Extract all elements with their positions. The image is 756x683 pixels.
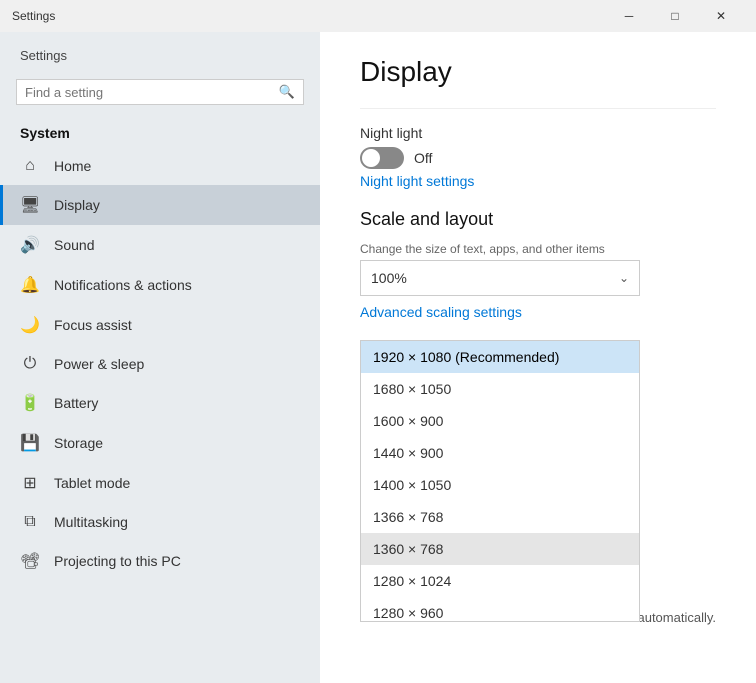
minimize-button[interactable]: ─ <box>606 0 652 32</box>
focus-icon: 🌙 <box>20 315 40 335</box>
sidebar-item-label-tablet: Tablet mode <box>54 475 130 491</box>
night-light-toggle[interactable] <box>360 147 404 169</box>
sidebar: Settings 🔍 System ⌂ Home 🖥 Display 🔊 Sou… <box>0 32 320 683</box>
search-icon: 🔍 <box>279 84 295 100</box>
app-body: Settings 🔍 System ⌂ Home 🖥 Display 🔊 Sou… <box>0 32 756 683</box>
storage-icon: 💾 <box>20 433 40 453</box>
sidebar-item-label-projecting: Projecting to this PC <box>54 553 181 569</box>
scale-dropdown-wrapper: 100% ⌄ <box>360 260 716 296</box>
resolution-option-7[interactable]: 1280 × 1024 <box>361 565 639 597</box>
sidebar-item-battery[interactable]: 🔋 Battery <box>0 383 320 423</box>
titlebar-controls: ─ □ ✕ <box>606 0 744 32</box>
search-box[interactable]: 🔍 <box>16 79 304 105</box>
search-input[interactable] <box>25 85 279 100</box>
resolution-list-scroll[interactable]: 1920 × 1080 (Recommended)1680 × 10501600… <box>361 341 639 621</box>
sidebar-item-label-power: Power & sleep <box>54 356 144 372</box>
sidebar-item-label-sound: Sound <box>54 237 94 253</box>
tablet-icon: ⊞ <box>20 473 40 493</box>
sidebar-item-label-notifications: Notifications & actions <box>54 277 192 293</box>
sidebar-item-label-focus: Focus assist <box>54 317 132 333</box>
scale-description: Change the size of text, apps, and other… <box>360 242 716 256</box>
power-icon: ⏻ <box>20 355 40 373</box>
resolution-option-5[interactable]: 1366 × 768 <box>361 501 639 533</box>
titlebar: Settings ─ □ ✕ <box>0 0 756 32</box>
night-light-label: Night light <box>360 125 716 141</box>
sidebar-item-label-home: Home <box>54 158 91 174</box>
sidebar-item-label-battery: Battery <box>54 395 98 411</box>
sound-icon: 🔊 <box>20 235 40 255</box>
settings-app-label: Settings <box>0 32 320 71</box>
toggle-knob <box>362 149 380 167</box>
home-icon: ⌂ <box>20 157 40 175</box>
content-area: Display Night light Off Night light sett… <box>320 32 756 683</box>
maximize-button[interactable]: □ <box>652 0 698 32</box>
sidebar-item-projecting[interactable]: 📽 Projecting to this PC <box>0 541 320 581</box>
resolution-option-2[interactable]: 1600 × 900 <box>361 405 639 437</box>
sidebar-item-tablet[interactable]: ⊞ Tablet mode <box>0 463 320 503</box>
battery-icon: 🔋 <box>20 393 40 413</box>
sidebar-item-label-multitasking: Multitasking <box>54 514 128 530</box>
resolution-option-3[interactable]: 1440 × 900 <box>361 437 639 469</box>
sidebar-item-label-storage: Storage <box>54 435 103 451</box>
scale-dropdown[interactable]: 100% ⌄ <box>360 260 640 296</box>
sidebar-item-sound[interactable]: 🔊 Sound <box>0 225 320 265</box>
toggle-state-label: Off <box>414 150 432 166</box>
multitasking-icon: ⧉ <box>20 513 40 531</box>
night-light-settings-link[interactable]: Night light settings <box>360 173 474 189</box>
page-title: Display <box>360 56 716 88</box>
divider-1 <box>360 108 716 109</box>
chevron-down-icon: ⌄ <box>619 271 629 285</box>
resolution-option-1[interactable]: 1680 × 1050 <box>361 373 639 405</box>
projecting-icon: 📽 <box>20 551 40 571</box>
resolution-option-0[interactable]: 1920 × 1080 (Recommended) <box>361 341 639 373</box>
scale-layout-heading: Scale and layout <box>360 209 716 230</box>
sidebar-item-label-display: Display <box>54 197 100 213</box>
sidebar-item-power[interactable]: ⏻ Power & sleep <box>0 345 320 383</box>
sidebar-section-label: System <box>0 117 320 147</box>
titlebar-title: Settings <box>12 9 55 23</box>
resolution-option-8[interactable]: 1280 × 960 <box>361 597 639 621</box>
close-button[interactable]: ✕ <box>698 0 744 32</box>
sidebar-item-storage[interactable]: 💾 Storage <box>0 423 320 463</box>
resolution-option-6[interactable]: 1360 × 768 <box>361 533 639 565</box>
sidebar-item-home[interactable]: ⌂ Home <box>0 147 320 185</box>
resolution-dropdown-list: 1920 × 1080 (Recommended)1680 × 10501600… <box>360 340 640 622</box>
notifications-icon: 🔔 <box>20 275 40 295</box>
advanced-scaling-link[interactable]: Advanced scaling settings <box>360 304 522 320</box>
resolution-option-4[interactable]: 1400 × 1050 <box>361 469 639 501</box>
scale-selected-value: 100% <box>371 270 407 286</box>
display-icon: 🖥 <box>20 195 40 215</box>
sidebar-item-notifications[interactable]: 🔔 Notifications & actions <box>0 265 320 305</box>
night-light-toggle-row: Off <box>360 147 716 169</box>
sidebar-item-focus[interactable]: 🌙 Focus assist <box>0 305 320 345</box>
sidebar-item-display[interactable]: 🖥 Display <box>0 185 320 225</box>
resolution-options-container: 1920 × 1080 (Recommended)1680 × 10501600… <box>361 341 639 621</box>
sidebar-items-container: ⌂ Home 🖥 Display 🔊 Sound 🔔 Notifications… <box>0 147 320 581</box>
sidebar-item-multitasking[interactable]: ⧉ Multitasking <box>0 503 320 541</box>
